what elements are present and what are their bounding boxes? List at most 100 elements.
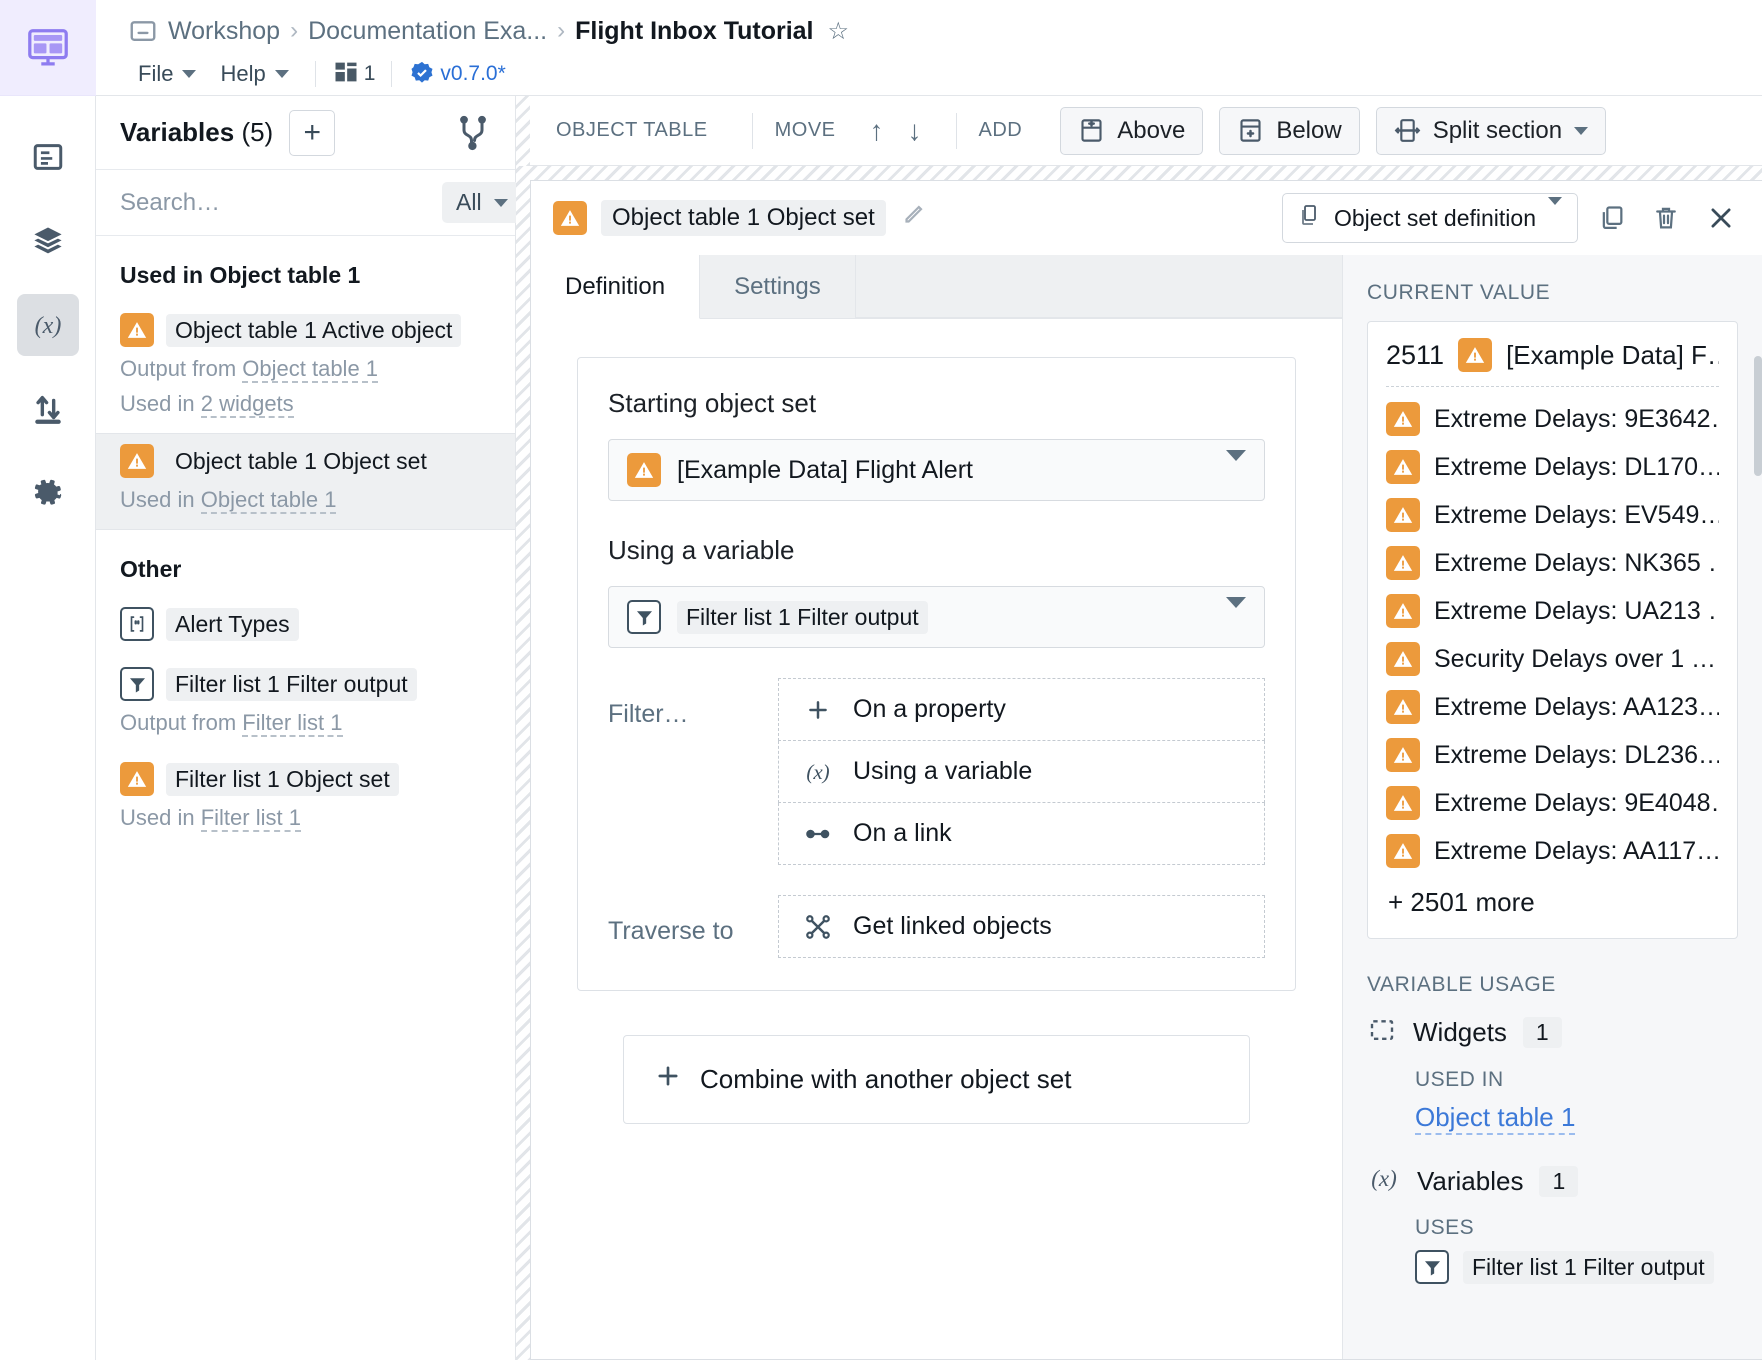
using-variable-label: Using a variable <box>608 535 795 565</box>
duplicate-button[interactable] <box>1592 198 1632 238</box>
meta-link[interactable]: 2 widgets <box>200 391 294 418</box>
traverse-get-linked-objects-option[interactable]: Get linked objects <box>778 895 1265 958</box>
menu-help[interactable]: Help <box>210 57 298 91</box>
filter-on-a-property-option[interactable]: On a property <box>778 678 1265 741</box>
warning-object-icon <box>120 313 154 347</box>
favorite-star-icon[interactable]: ☆ <box>828 17 850 46</box>
used-in-link[interactable]: Object table 1 <box>1415 1102 1576 1135</box>
list-item[interactable]: Extreme Delays: AA117… <box>1386 827 1719 875</box>
delete-button[interactable] <box>1646 198 1686 238</box>
definition-type-select[interactable]: Object set definition <box>1281 193 1578 243</box>
panel-split: Definition Settings Starting object set <box>531 255 1762 1359</box>
chevron-down-icon <box>182 70 197 78</box>
sidebar-item-settings[interactable] <box>17 462 79 524</box>
warning-object-icon <box>627 453 661 487</box>
current-value-header: CURRENT VALUE <box>1367 281 1551 304</box>
filter-on-a-link-option[interactable]: On a link <box>778 803 1265 865</box>
current-value-panel: CURRENT VALUE 2511 [Example Data] F… Ext… <box>1342 255 1762 1359</box>
object-set-definition-icon <box>1298 203 1322 233</box>
combine-object-set-button[interactable]: Combine with another object set <box>623 1035 1250 1124</box>
list-item[interactable]: Extreme Delays: DL236… <box>1386 731 1719 779</box>
close-button[interactable] <box>1700 197 1742 239</box>
layers-icon <box>31 224 65 258</box>
list-item[interactable]: Extreme Delays: EV549… <box>1386 491 1719 539</box>
list-item[interactable]: Security Delays over 1 … <box>1386 635 1719 683</box>
move-up-button[interactable]: ↑ <box>858 115 896 147</box>
menu-file[interactable]: File <box>128 57 206 91</box>
variables-header: Variables (5) + <box>96 96 515 170</box>
filter-using-a-variable-option[interactable]: (x) Using a variable <box>778 741 1265 803</box>
editor-toolbar-row: OBJECT TABLE MOVE ↑ ↓ ADD Above Below Sp… <box>516 96 1762 166</box>
search-input[interactable] <box>120 188 430 217</box>
variables-search-row: All <box>96 170 522 236</box>
divider <box>751 112 753 149</box>
list-item[interactable]: Alert Types <box>96 597 515 657</box>
variables-title: Variables (5) <box>120 117 273 148</box>
sidebar-item-events[interactable] <box>17 378 79 440</box>
meta-link[interactable]: Object table 1 <box>242 356 379 383</box>
config-panel-header: Object table 1 Object set Object set def… <box>531 181 1762 255</box>
add-variable-button[interactable]: + <box>289 109 336 156</box>
sidebar-item-widgets[interactable] <box>17 126 79 188</box>
starting-object-set-select[interactable]: [Example Data] Flight Alert <box>608 439 1265 501</box>
version-label[interactable]: v0.7.0* <box>440 62 505 86</box>
list-item[interactable]: Object table 1 Active object Output from… <box>96 303 515 433</box>
meta-link[interactable]: Filter list 1 <box>200 805 301 832</box>
vertical-scrollbar[interactable] <box>1754 356 1762 476</box>
list-item[interactable]: Filter list 1 Object set Used in Filter … <box>96 752 515 847</box>
branch-icon[interactable] <box>455 115 491 151</box>
usage-variables-label: Variables <box>1417 1166 1524 1196</box>
list-item-label: Object table 1 Object set <box>166 444 436 478</box>
list-item[interactable]: Extreme Delays: DL170… <box>1386 443 1719 491</box>
list-item[interactable]: Object table 1 Object set Used in Object… <box>96 433 515 530</box>
filter-all-dropdown[interactable]: All <box>442 182 522 223</box>
config-panel: Object table 1 Object set Object set def… <box>530 180 1762 1360</box>
more-items-label[interactable]: + 2501 more <box>1386 875 1719 920</box>
link-icon <box>801 821 835 847</box>
menu-help-label: Help <box>220 61 266 86</box>
add-above-button[interactable]: Above <box>1060 106 1204 155</box>
list-item-label: Extreme Delays: EV549… <box>1434 500 1719 529</box>
variable-fx-icon: (x) <box>28 308 68 342</box>
warning-object-icon <box>1386 834 1420 868</box>
meta-link[interactable]: Filter list 1 <box>242 710 343 737</box>
toolbar-move-label: MOVE <box>774 119 836 141</box>
toolbar-add-label: ADD <box>978 119 1023 141</box>
combine-label: Combine with another object set <box>700 1064 1072 1094</box>
breadcrumb-item-0[interactable]: Workshop <box>168 17 280 46</box>
string-type-icon <box>120 607 154 641</box>
sidebar-item-variables[interactable]: (x) <box>16 294 79 356</box>
usage-widgets-row: Widgets 1 <box>1367 1015 1738 1050</box>
panel-tabs: Definition Settings <box>531 255 1342 319</box>
filter-option-label: On a link <box>853 819 952 847</box>
split-section-button[interactable]: Split section <box>1375 106 1607 155</box>
list-item[interactable]: Extreme Delays: AA123… <box>1386 683 1719 731</box>
warning-object-icon <box>1386 738 1420 772</box>
breadcrumb-item-1[interactable]: Documentation Exa... <box>308 17 547 46</box>
tab-definition[interactable]: Definition <box>531 255 701 319</box>
list-item[interactable]: Extreme Delays: 9E4048… <box>1386 779 1719 827</box>
workshop-logo-icon[interactable] <box>0 0 96 96</box>
list-item-label: Extreme Delays: UA213 … <box>1434 596 1719 625</box>
usage-widgets-label: Widgets <box>1413 1017 1507 1047</box>
using-variable-select[interactable]: Filter list 1 Filter output <box>608 586 1265 648</box>
meta-link[interactable]: Object table 1 <box>200 487 337 514</box>
move-down-button[interactable]: ↓ <box>896 115 934 147</box>
uses-chip-row[interactable]: Filter list 1 Filter output <box>1415 1250 1738 1284</box>
list-item[interactable]: Extreme Delays: 9E3642… <box>1386 395 1719 443</box>
pencil-icon[interactable] <box>900 202 926 234</box>
current-value-summary: 2511 [Example Data] F… <box>1386 338 1719 386</box>
divider <box>314 61 316 87</box>
list-item[interactable]: Filter list 1 Filter output Output from … <box>96 657 515 752</box>
icon-rail: (x) <box>0 0 96 1360</box>
sidebar-item-layers[interactable] <box>17 210 79 272</box>
filter-row-label: Filter… <box>608 700 689 728</box>
graph-nodes-icon <box>801 913 835 941</box>
list-item[interactable]: Extreme Delays: NK365 … <box>1386 539 1719 587</box>
tab-settings[interactable]: Settings <box>700 255 856 318</box>
warning-object-icon <box>1386 402 1420 436</box>
variables-list[interactable]: Used in Object table 1 Object table 1 Ac… <box>96 236 515 1360</box>
add-below-button[interactable]: Below <box>1219 106 1360 155</box>
list-item-label: Extreme Delays: AA117… <box>1434 836 1719 865</box>
list-item[interactable]: Extreme Delays: UA213 … <box>1386 587 1719 635</box>
